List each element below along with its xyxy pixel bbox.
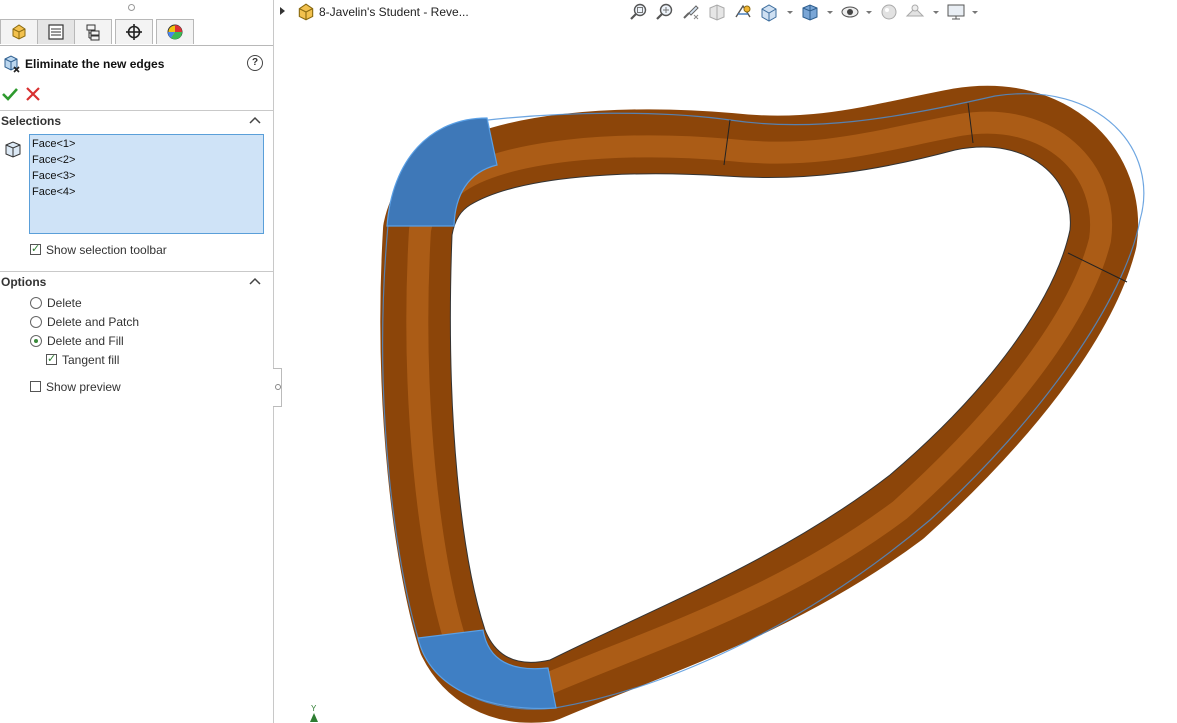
tangent-fill-checkbox[interactable]: ✓	[46, 353, 57, 365]
display-manager-tab[interactable]	[156, 19, 194, 44]
chevron-up-icon[interactable]	[249, 115, 261, 125]
configuration-icon	[86, 24, 100, 41]
edit-appearance-icon[interactable]	[879, 2, 899, 22]
zoom-to-area-icon[interactable]	[655, 2, 675, 22]
feature-title: Eliminate the new edges	[25, 57, 165, 71]
dynamic-annotation-icon[interactable]	[733, 2, 753, 22]
panel-splitter[interactable]	[273, 368, 282, 407]
show-selection-toolbar-label: Show selection toolbar	[46, 243, 167, 257]
view-orientation-icon[interactable]	[759, 2, 779, 22]
show-preview-label: Show preview	[46, 380, 121, 394]
property-list-icon	[48, 24, 64, 40]
crosshair-icon	[126, 24, 142, 40]
view-settings-dropdown-icon[interactable]	[972, 11, 978, 14]
view-settings-icon[interactable]	[946, 2, 966, 22]
triad-y-label: Y	[311, 704, 317, 713]
options-section-header[interactable]: Options	[0, 271, 273, 292]
previous-view-icon[interactable]	[681, 2, 701, 22]
eliminate-edges-feature-icon	[4, 55, 20, 73]
selections-heading: Selections	[1, 114, 62, 128]
property-manager-tab[interactable]	[37, 19, 75, 44]
face-icon	[5, 141, 21, 158]
delete-and-fill-radio[interactable]	[30, 335, 42, 347]
show-preview-checkbox[interactable]	[30, 381, 41, 392]
zoom-to-fit-icon[interactable]	[629, 2, 649, 22]
list-item[interactable]: Face<2>	[32, 154, 75, 166]
manager-tab-bar	[0, 19, 273, 46]
dimxpert-tab[interactable]	[115, 19, 153, 44]
graphics-viewport[interactable]	[282, 28, 1177, 723]
delete-radio[interactable]	[30, 297, 42, 309]
property-manager-panel: Eliminate the new edges ? Selections Fac…	[0, 0, 274, 723]
selection-list-box[interactable]: Face<1> Face<2> Face<3> Face<4>	[29, 134, 264, 234]
list-item[interactable]: Face<3>	[32, 170, 75, 182]
options-heading: Options	[1, 275, 47, 289]
show-selection-toolbar-checkbox[interactable]: ✓	[30, 243, 41, 255]
part-icon	[298, 3, 314, 21]
reference-triad-icon: Y	[310, 704, 318, 722]
hide-show-icon[interactable]	[840, 2, 860, 22]
delete-and-patch-radio[interactable]	[30, 316, 42, 328]
display-style-dropdown-icon[interactable]	[827, 11, 833, 14]
part-tree-icon	[12, 24, 26, 40]
panel-grip-icon[interactable]	[128, 4, 135, 11]
swept-tube-body[interactable]	[380, 85, 1145, 723]
section-view-icon[interactable]	[707, 2, 727, 22]
tangent-fill-label: Tangent fill	[62, 353, 120, 367]
delete-and-patch-radio-label: Delete and Patch	[47, 315, 140, 329]
tree-expand-icon[interactable]	[280, 7, 285, 15]
hide-show-dropdown-icon[interactable]	[866, 11, 872, 14]
feature-manager-tab[interactable]	[0, 19, 38, 44]
apply-scene-dropdown-icon[interactable]	[933, 11, 939, 14]
list-item[interactable]: Face<1>	[32, 138, 75, 150]
help-icon[interactable]: ?	[247, 55, 263, 71]
document-name[interactable]: 8-Javelin's Student - Reve...	[319, 5, 469, 19]
cancel-button[interactable]	[24, 85, 42, 103]
delete-and-fill-radio-label: Delete and Fill	[47, 334, 124, 348]
apply-scene-icon[interactable]	[905, 2, 925, 22]
color-pie-icon	[167, 24, 183, 40]
selections-section-header[interactable]: Selections	[0, 110, 273, 131]
feature-title-row: Eliminate the new edges	[0, 53, 273, 75]
configuration-manager-tab[interactable]	[74, 19, 112, 44]
chevron-up-icon[interactable]	[249, 276, 261, 286]
ok-button[interactable]	[1, 85, 19, 103]
display-style-icon[interactable]	[800, 2, 820, 22]
view-orientation-dropdown-icon[interactable]	[787, 11, 793, 14]
list-item[interactable]: Face<4>	[32, 186, 75, 198]
delete-radio-label: Delete	[47, 296, 82, 310]
splitter-grip-icon	[275, 384, 281, 390]
